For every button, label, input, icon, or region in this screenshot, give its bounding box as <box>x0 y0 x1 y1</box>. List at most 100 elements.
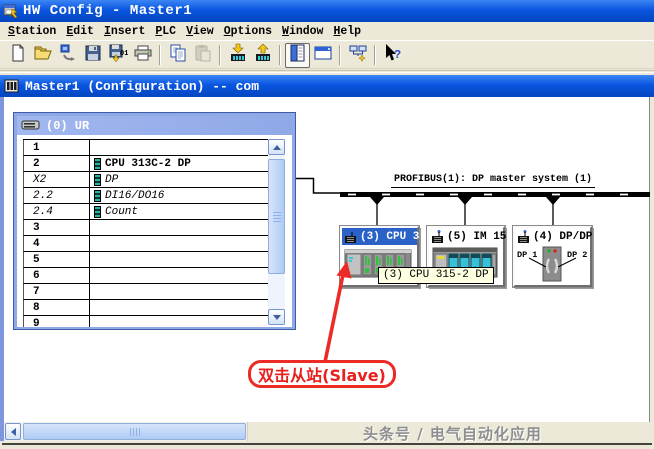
app-icon <box>3 3 19 19</box>
module-icon <box>94 190 101 202</box>
rack-row[interactable]: 2.4Count <box>23 204 271 220</box>
document-title: Master1 (Configuration) -- com <box>25 79 259 94</box>
station-title: (3) CPU 3 <box>360 231 419 243</box>
menu-edit[interactable]: Edit <box>61 24 99 39</box>
station-window-icon <box>313 43 333 68</box>
rack-slot-table: 1 2CPU 313C-2 DP X2DP 2.2DI16/DO16 2.4Co… <box>17 135 292 327</box>
rack-row[interactable]: 2.2DI16/DO16 <box>23 188 271 204</box>
rack-row[interactable]: 6 <box>23 268 271 284</box>
toolbar-groove <box>0 70 654 73</box>
menu-help[interactable]: Help <box>328 24 366 39</box>
save-compile-button[interactable]: 01 <box>105 43 130 68</box>
svg-text:01: 01 <box>120 50 128 58</box>
rack-row[interactable]: 9 <box>23 316 271 327</box>
menu-insert[interactable]: Insert <box>99 24 150 39</box>
rack-row[interactable]: 1 <box>23 140 271 156</box>
new-icon <box>8 43 28 68</box>
toolbar-separator <box>374 45 376 65</box>
station-title: (5) IM 15 <box>447 231 506 243</box>
profibus-bus-label: PROFIBUS(1): DP master system (1) <box>391 174 595 188</box>
paste-icon <box>193 43 213 68</box>
network-icon <box>348 43 368 68</box>
save-icon <box>83 43 103 68</box>
download-button[interactable] <box>225 43 250 68</box>
open-station-icon <box>58 43 78 68</box>
rack-row[interactable]: 4 <box>23 236 271 252</box>
scroll-left-button[interactable] <box>5 423 21 440</box>
arrow-down-icon <box>273 315 281 320</box>
rack-title: (0) UR <box>46 119 89 133</box>
menu-view[interactable]: View <box>181 24 219 39</box>
print-icon <box>133 43 153 68</box>
menu-window[interactable]: Window <box>277 24 328 39</box>
station-image: DP 1 DP 2 <box>515 245 590 283</box>
station-dpdp-coupler[interactable]: (4) DP/DP DP 1 DP 2 <box>513 226 592 287</box>
download-icon <box>228 43 248 68</box>
rack-row[interactable]: 2CPU 313C-2 DP <box>23 156 271 172</box>
toolbar-separator <box>219 45 221 65</box>
dp-port-2-label: DP 2 <box>567 250 587 260</box>
catalog-button[interactable] <box>285 43 310 68</box>
rack-vertical-scrollbar[interactable] <box>268 139 285 325</box>
window-bottom-edge <box>2 443 652 445</box>
scrollbar-thumb[interactable] <box>268 159 285 274</box>
dp-slave-icon <box>431 230 444 244</box>
scroll-up-button[interactable] <box>268 139 285 155</box>
dp-port-1-label: DP 1 <box>517 250 537 260</box>
watermark-text: 头条号 / 电气自动化应用 <box>363 423 542 444</box>
new-button[interactable] <box>5 43 30 68</box>
rack-window-titlebar[interactable]: (0) UR <box>17 116 292 135</box>
upload-button[interactable] <box>250 43 275 68</box>
paste-button[interactable] <box>190 43 215 68</box>
open-folder-icon <box>33 43 53 68</box>
toolbar-separator <box>159 45 161 65</box>
scroll-down-button[interactable] <box>268 309 285 325</box>
module-icon <box>94 206 101 218</box>
help-button[interactable]: ? <box>380 43 405 68</box>
module-icon <box>94 158 101 170</box>
copy-icon <box>168 43 188 68</box>
open-station-button[interactable] <box>55 43 80 68</box>
rack-row[interactable]: 7 <box>23 284 271 300</box>
arrow-left-icon <box>11 428 16 436</box>
rack-row[interactable]: 5 <box>23 252 271 268</box>
menu-bar: Station Edit Insert PLC View Options Win… <box>0 22 654 41</box>
toolbar: 01 ? <box>0 42 654 69</box>
dp-slave-icon <box>517 230 530 244</box>
save-button[interactable] <box>80 43 105 68</box>
upload-icon <box>253 43 273 68</box>
document-titlebar[interactable]: Master1 (Configuration) -- com <box>0 75 654 97</box>
horizontal-scrollbar[interactable] <box>4 422 650 441</box>
network-button[interactable] <box>345 43 370 68</box>
arrow-up-icon <box>273 145 281 150</box>
annotation-label: 双击从站(Slave) <box>248 360 396 388</box>
menu-options[interactable]: Options <box>219 24 277 39</box>
station-titlebar[interactable]: (3) CPU 3 <box>342 228 417 245</box>
station-window-button[interactable] <box>310 43 335 68</box>
app-title: HW Config - Master1 <box>23 3 192 19</box>
copy-button[interactable] <box>165 43 190 68</box>
rack-icon <box>21 120 41 131</box>
toolbar-separator <box>279 45 281 65</box>
module-icon <box>94 174 101 186</box>
rack-window[interactable]: (0) UR 1 2CPU 313C-2 DP X2DP 2.2DI16/DO1… <box>14 113 295 329</box>
document-icon <box>4 79 20 94</box>
scrollbar-thumb[interactable] <box>23 423 246 440</box>
help-pointer-icon: ? <box>383 43 403 68</box>
toolbar-separator <box>339 45 341 65</box>
open-button[interactable] <box>30 43 55 68</box>
station-titlebar[interactable]: (5) IM 15 <box>429 228 503 245</box>
print-button[interactable] <box>130 43 155 68</box>
station-titlebar[interactable]: (4) DP/DP <box>515 228 590 245</box>
tooltip: (3) CPU 315-2 DP <box>378 267 494 284</box>
rack-row[interactable]: X2DP <box>23 172 271 188</box>
station-title: (4) DP/DP <box>533 231 592 243</box>
app-titlebar: HW Config - Master1 <box>0 0 654 22</box>
menu-station[interactable]: Station <box>3 24 61 39</box>
menu-plc[interactable]: PLC <box>150 24 181 39</box>
svg-text:?: ? <box>394 48 401 62</box>
catalog-icon <box>288 43 308 68</box>
rack-row[interactable]: 3 <box>23 220 271 236</box>
rack-row[interactable]: 8 <box>23 300 271 316</box>
dp-slave-icon <box>344 230 357 244</box>
